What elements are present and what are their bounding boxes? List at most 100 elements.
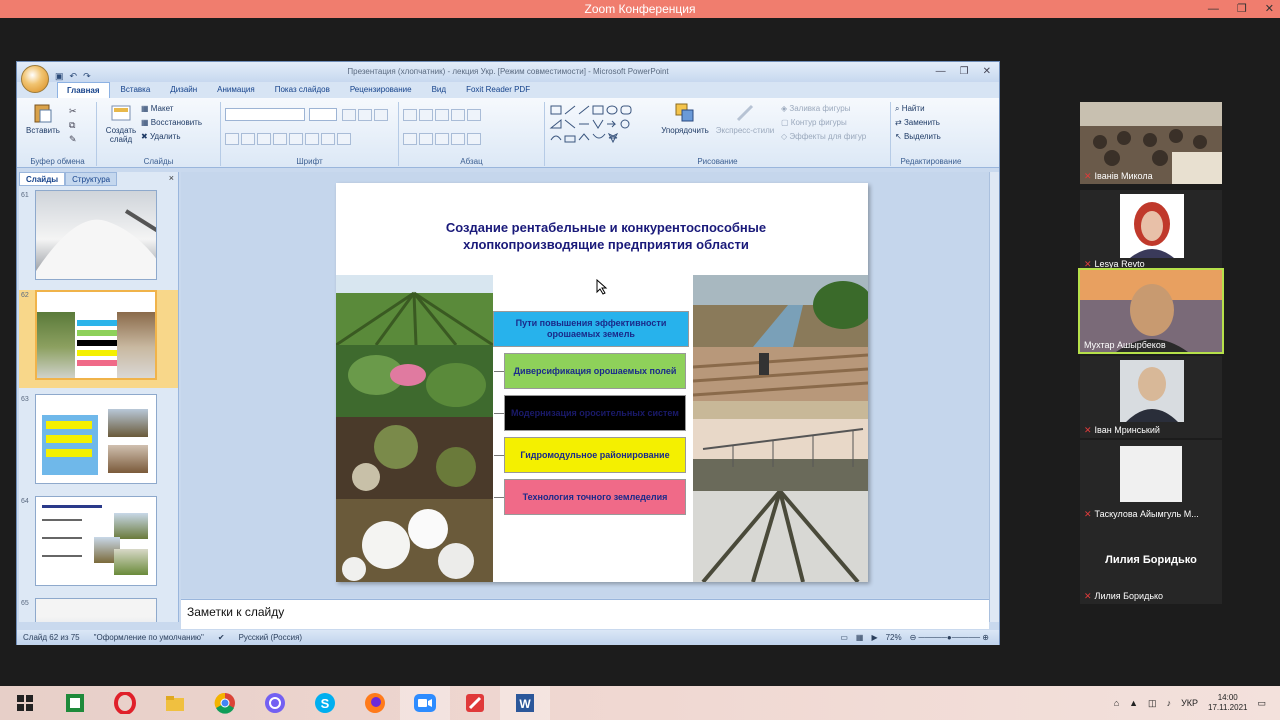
thumb-number: 65: [21, 600, 29, 607]
participant-tile[interactable]: ✕ Таскулова Айымгуль М...: [1080, 440, 1222, 522]
ppt-close-button[interactable]: ✕: [983, 62, 991, 82]
sorter-view-icon[interactable]: ▦: [856, 633, 864, 642]
people-icon[interactable]: ⌂: [1114, 698, 1119, 708]
copy-icon[interactable]: ⧉: [69, 118, 77, 132]
current-slide[interactable]: Создание рентабельные и конкурентоспособ…: [336, 183, 868, 582]
taskbar-app[interactable]: [150, 686, 200, 720]
participant-tile[interactable]: ✕ Іван Мринський: [1080, 356, 1222, 438]
notes-pane[interactable]: Заметки к слайду: [181, 599, 989, 629]
maximize-button[interactable]: ❐: [1237, 0, 1247, 18]
slide-thumbnail[interactable]: [35, 598, 157, 622]
taskbar-app[interactable]: [350, 686, 400, 720]
numbering-icon[interactable]: [419, 108, 433, 121]
taskbar-app[interactable]: [450, 686, 500, 720]
ribbon: Вставить ✂ ⧉ ✎ Буфер обмена Создать слай…: [17, 98, 999, 168]
taskbar-app[interactable]: [50, 686, 100, 720]
clock[interactable]: 14:00 17.11.2021: [1208, 693, 1247, 713]
reset-button[interactable]: ▦ Восстановить: [141, 116, 202, 130]
vertical-scrollbar[interactable]: [989, 172, 999, 622]
find-button[interactable]: ⌕ Найти: [895, 102, 967, 116]
slideshow-view-icon[interactable]: ▶: [871, 633, 877, 642]
select-button[interactable]: ↖ Выделить: [895, 130, 967, 144]
indent-more-icon[interactable]: [451, 108, 465, 121]
align-left-icon[interactable]: [403, 132, 417, 145]
font-size-input[interactable]: [309, 108, 338, 122]
shadow-icon[interactable]: [289, 132, 303, 145]
underline-icon[interactable]: [257, 132, 271, 145]
ppt-minimize-button[interactable]: —: [936, 62, 946, 82]
case-icon[interactable]: [321, 132, 335, 145]
tab-insert[interactable]: Вставка: [112, 82, 160, 98]
font-name-input[interactable]: [225, 108, 305, 122]
clear-format-icon[interactable]: [373, 108, 388, 121]
tab-slides[interactable]: Слайды: [19, 172, 66, 186]
tab-foxit[interactable]: Foxit Reader PDF: [457, 82, 539, 98]
arrange-button[interactable]: Упорядочить: [657, 102, 713, 135]
slide-thumbnail[interactable]: [35, 190, 157, 280]
spellcheck-icon[interactable]: ✔: [218, 633, 225, 642]
participant-tile[interactable]: ✕ Lesya Revto: [1080, 190, 1222, 272]
bullets-icon[interactable]: [403, 108, 417, 121]
new-slide-button[interactable]: Создать слайд: [101, 102, 141, 144]
shape-outline-button[interactable]: ▢ Контур фигуры: [781, 116, 866, 130]
shape-fill-button[interactable]: ◈ Заливка фигуры: [781, 102, 866, 116]
paste-button[interactable]: Вставить: [23, 102, 63, 135]
slide-thumbnail[interactable]: [35, 394, 157, 484]
participant-tile[interactable]: ✕ Іванів Микола: [1080, 102, 1222, 184]
undo-icon[interactable]: ↶: [70, 66, 78, 86]
indent-less-icon[interactable]: [435, 108, 449, 121]
justify-icon[interactable]: [451, 132, 465, 145]
italic-icon[interactable]: [241, 132, 255, 145]
redo-icon[interactable]: ↷: [83, 66, 91, 86]
format-painter-icon[interactable]: ✎: [69, 132, 77, 146]
bold-icon[interactable]: [225, 132, 239, 145]
quick-styles-button[interactable]: Экспресс-стили: [715, 102, 775, 135]
participant-tile-active[interactable]: Мухтар Ашырбеков: [1078, 268, 1224, 354]
slide-thumbnail[interactable]: [35, 496, 157, 586]
tab-outline[interactable]: Структура: [65, 172, 118, 186]
cut-icon[interactable]: ✂: [69, 104, 77, 118]
tab-animation[interactable]: Анимация: [208, 82, 264, 98]
volume-icon[interactable]: ♪: [1167, 698, 1172, 708]
save-icon[interactable]: ▣: [55, 66, 64, 86]
zoom-slider[interactable]: ⊖ ─────●───── ⊕: [910, 633, 989, 642]
align-center-icon[interactable]: [419, 132, 433, 145]
warning-icon[interactable]: ▲: [1129, 698, 1138, 708]
shape-effects-button[interactable]: ◇ Эффекты для фигур: [781, 130, 866, 144]
participant-tile[interactable]: Лилия Боридько ✕ Лилия Боридько: [1080, 522, 1222, 604]
spacing-icon[interactable]: [305, 132, 319, 145]
tab-slideshow[interactable]: Показ слайдов: [266, 82, 339, 98]
start-button[interactable]: [0, 686, 50, 720]
taskbar-app-word[interactable]: W: [500, 686, 550, 720]
muted-mic-icon: ✕: [1084, 171, 1092, 181]
align-right-icon[interactable]: [435, 132, 449, 145]
replace-button[interactable]: ⇄ Заменить: [895, 116, 967, 130]
tab-design[interactable]: Дизайн: [161, 82, 206, 98]
network-icon[interactable]: ◫: [1148, 698, 1157, 709]
delete-slide-button[interactable]: ✖ Удалить: [141, 130, 202, 144]
taskbar-app[interactable]: [250, 686, 300, 720]
taskbar-app[interactable]: [100, 686, 150, 720]
columns-icon[interactable]: [467, 132, 481, 145]
layout-button[interactable]: ▦ Макет: [141, 102, 202, 116]
language-indicator[interactable]: УКР: [1181, 698, 1198, 708]
taskbar-app[interactable]: [200, 686, 250, 720]
taskbar-app[interactable]: S: [300, 686, 350, 720]
slide-thumbnail-current[interactable]: [35, 290, 157, 380]
strike-icon[interactable]: [273, 132, 287, 145]
line-spacing-icon[interactable]: [467, 108, 481, 121]
grow-font-icon[interactable]: [341, 108, 356, 121]
tab-view[interactable]: Вид: [423, 82, 455, 98]
minimize-button[interactable]: —: [1208, 0, 1219, 18]
tab-review[interactable]: Рецензирование: [341, 82, 421, 98]
shrink-font-icon[interactable]: [357, 108, 372, 121]
panel-close-icon[interactable]: ×: [169, 173, 174, 183]
office-button[interactable]: [21, 65, 49, 93]
ppt-restore-button[interactable]: ❐: [960, 62, 969, 82]
normal-view-icon[interactable]: ▭: [840, 633, 848, 642]
notifications-icon[interactable]: ▭: [1257, 698, 1266, 709]
shapes-gallery-icon[interactable]: [549, 104, 645, 148]
close-button[interactable]: ✕: [1265, 0, 1274, 18]
taskbar-app-zoom[interactable]: [400, 686, 450, 720]
font-color-icon[interactable]: [337, 132, 351, 145]
